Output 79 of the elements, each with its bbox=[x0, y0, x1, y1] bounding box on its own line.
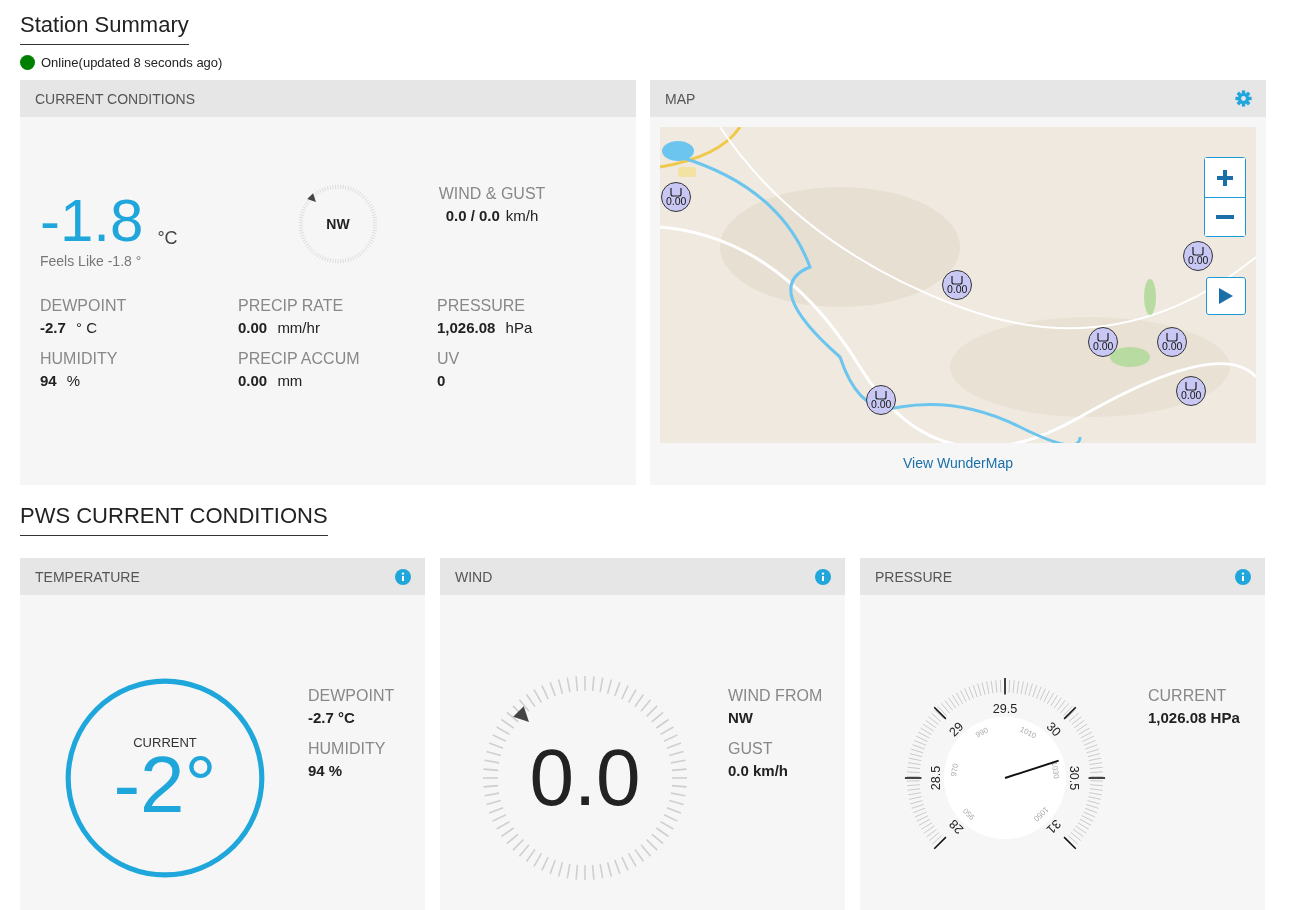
plus-icon bbox=[1215, 167, 1235, 188]
stat-value: -2.7 °C bbox=[308, 709, 356, 726]
marker-value: 0.00 bbox=[1092, 341, 1114, 352]
stat-value: 0 bbox=[437, 372, 447, 389]
stat-value: 0.00 mm/hr bbox=[238, 319, 321, 336]
info-icon[interactable] bbox=[395, 568, 411, 585]
stat-value: NW bbox=[728, 709, 754, 726]
tick-mark bbox=[933, 706, 947, 720]
cup-icon bbox=[670, 187, 682, 197]
marker-value: 0.00 bbox=[665, 196, 687, 207]
gauge-label: CURRENT bbox=[133, 735, 197, 749]
stat-label: PRESSURE bbox=[437, 297, 527, 315]
direction-pointer bbox=[307, 193, 316, 202]
stat-value: 0.0 / 0.0 km/h bbox=[444, 207, 540, 224]
dial-label: 30.5 bbox=[1066, 765, 1081, 791]
cup-icon bbox=[1097, 332, 1109, 342]
stat-value: 0.00 mm bbox=[238, 372, 304, 389]
stat-value: 1,026.08 hPa bbox=[437, 319, 534, 336]
card-title: PRESSURE bbox=[875, 568, 953, 585]
stat-label: HUMIDITY bbox=[40, 350, 119, 368]
settings-icon[interactable] bbox=[1235, 90, 1252, 107]
page-title: Station Summary bbox=[20, 12, 189, 45]
wind-direction: NW bbox=[326, 216, 350, 232]
tick-mark bbox=[904, 777, 923, 779]
dial-label: 28 bbox=[946, 816, 967, 837]
play-icon bbox=[1219, 288, 1233, 304]
info-icon[interactable] bbox=[815, 568, 831, 585]
info-icon[interactable] bbox=[1235, 568, 1251, 585]
marker-value: 0.00 bbox=[1187, 255, 1209, 266]
marker-value: 0.00 bbox=[946, 284, 968, 295]
card-title: MAP bbox=[665, 90, 696, 107]
wundermap-link[interactable]: View WunderMap bbox=[903, 455, 1013, 471]
stat-value: 94 % bbox=[40, 372, 82, 389]
cup-icon bbox=[1166, 332, 1178, 342]
dial-label: 29.5 bbox=[992, 702, 1018, 717]
tick-mark bbox=[1063, 836, 1077, 850]
stat-label: UV bbox=[437, 350, 461, 368]
cup-icon bbox=[1185, 381, 1197, 391]
dial-label: 29 bbox=[946, 719, 967, 740]
card-title: TEMPERATURE bbox=[35, 568, 140, 585]
tick-mark bbox=[933, 836, 947, 850]
temperature-value: -1.8 bbox=[40, 191, 144, 251]
marker-value: 0.00 bbox=[870, 399, 892, 410]
tick-mark bbox=[1087, 777, 1106, 779]
stat-label: DEWPOINT bbox=[308, 687, 395, 705]
card-title: WIND bbox=[455, 568, 493, 585]
stat-label: PRECIP ACCUM bbox=[238, 350, 361, 368]
card-title: CURRENT CONDITIONS bbox=[35, 90, 195, 107]
stat-label: GUST bbox=[728, 740, 774, 758]
temperature-unit: °C bbox=[157, 228, 178, 250]
stat-value: 0.0 km/h bbox=[728, 762, 790, 779]
section-title: PWS CURRENT CONDITIONS bbox=[20, 503, 328, 536]
tick-mark bbox=[1063, 706, 1077, 720]
stat-label: DEWPOINT bbox=[40, 297, 128, 315]
temperature-value: -2° bbox=[113, 748, 217, 821]
zoom-out-button[interactable] bbox=[1205, 197, 1245, 236]
stat-label: CURRENT bbox=[1148, 687, 1228, 705]
wind-speed: 0.0 bbox=[529, 738, 641, 818]
stat-label: WIND & GUST bbox=[437, 185, 547, 203]
dial-label: 28.5 bbox=[929, 765, 944, 791]
marker-value: 0.00 bbox=[1161, 341, 1183, 352]
dial-label: 31 bbox=[1043, 816, 1064, 837]
feels-like: Feels Like -1.8 ° bbox=[40, 253, 143, 269]
stat-label: HUMIDITY bbox=[308, 740, 387, 758]
dial-label: 30 bbox=[1043, 719, 1064, 740]
marker-value: 0.00 bbox=[1180, 390, 1202, 401]
stat-value: 94 % bbox=[308, 762, 344, 779]
cup-icon bbox=[1192, 246, 1204, 256]
direction-pointer bbox=[513, 706, 529, 722]
tick-mark bbox=[1004, 677, 1006, 696]
status-text: Online(updated 8 seconds ago) bbox=[41, 55, 223, 70]
stat-value: -2.7 ° C bbox=[40, 319, 99, 336]
stat-label: WIND FROM bbox=[728, 687, 823, 705]
cup-icon bbox=[951, 275, 963, 285]
play-button[interactable] bbox=[1206, 277, 1246, 315]
stat-label: PRECIP RATE bbox=[238, 297, 345, 315]
cup-icon bbox=[875, 390, 887, 400]
minus-icon bbox=[1215, 214, 1235, 220]
stat-value: 1,026.08 HPa bbox=[1148, 709, 1240, 726]
